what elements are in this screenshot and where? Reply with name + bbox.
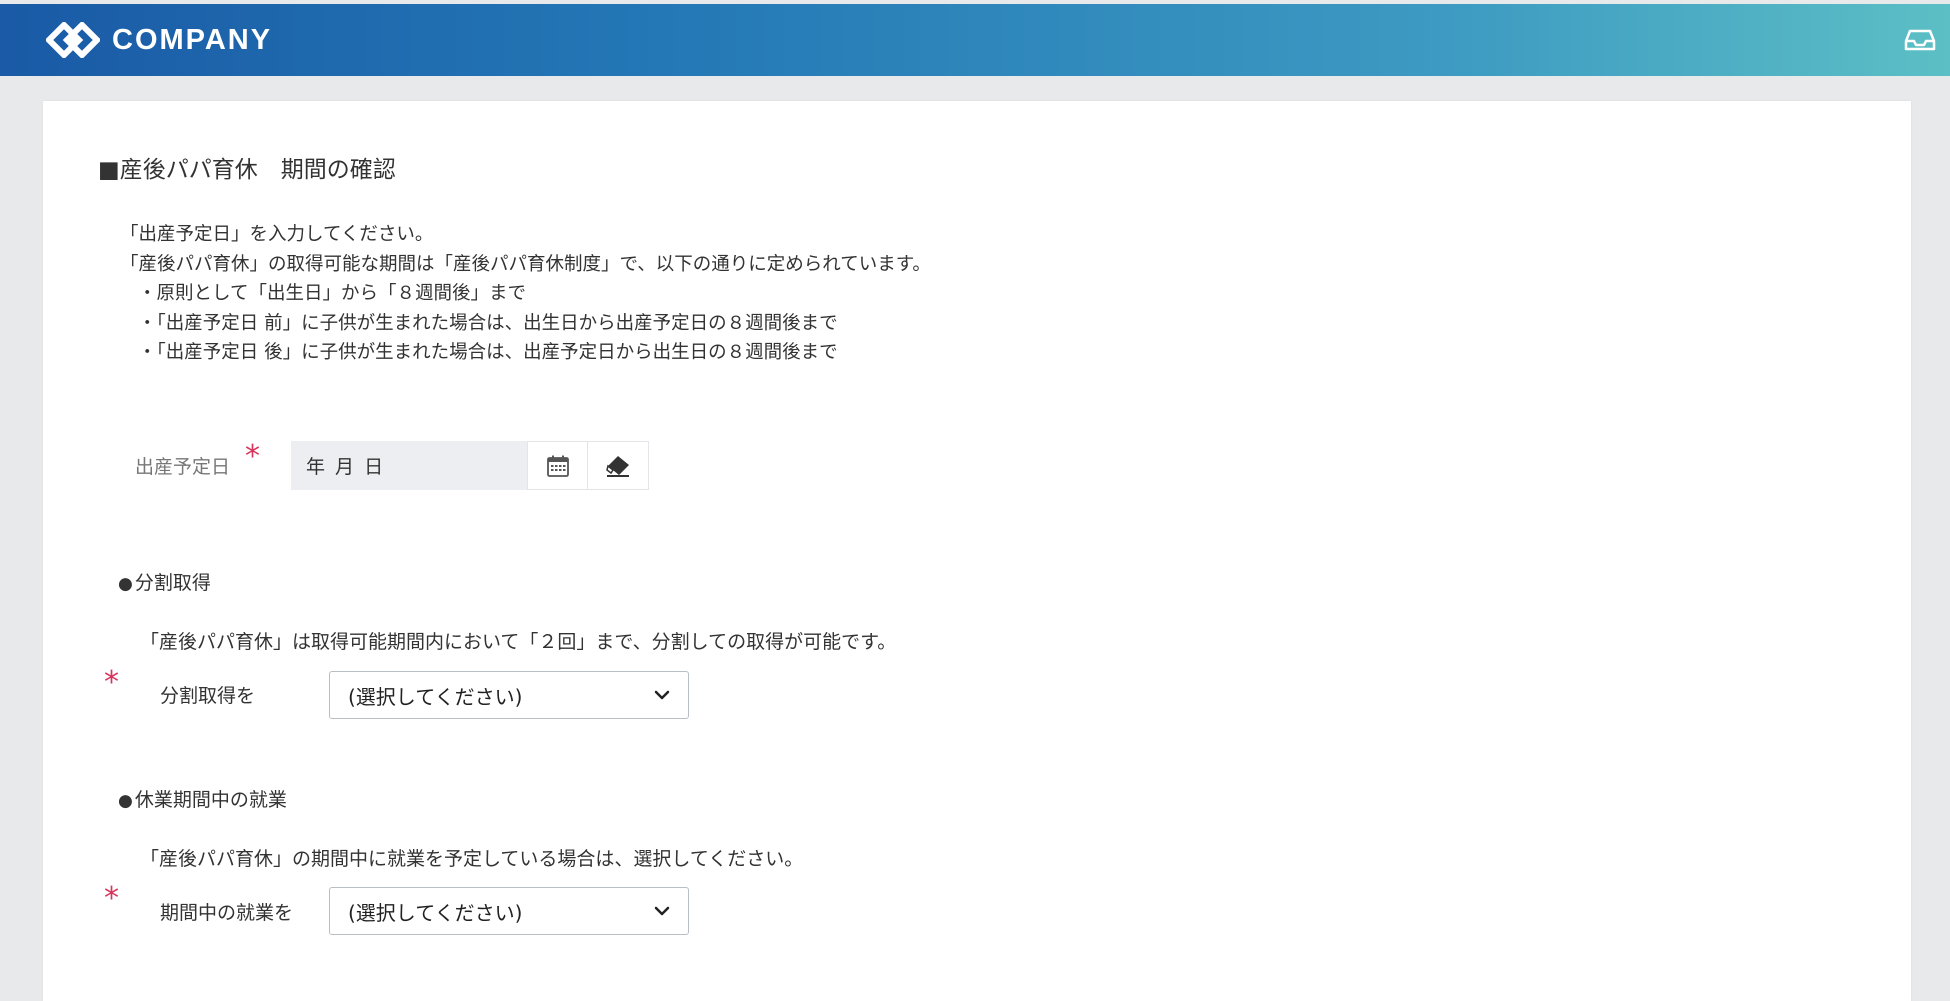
split-select-value: (選択してください) (348, 684, 523, 709)
split-description: 「産後パパ育休」は取得可能期間内において「２回」まで、分割しての取得が可能です。 (140, 631, 897, 653)
section-title: ■産後パパ育休 期間の確認 (98, 157, 396, 183)
bullet-dot: ● (118, 791, 133, 811)
intro-line: 「産後パパ育休」の取得可能な期間は「産後パパ育休制度」で、以下の通りに定められて… (120, 253, 931, 275)
app-header: COMPANY (0, 4, 1950, 76)
logo-text: COMPANY (112, 23, 273, 56)
calendar-button[interactable] (527, 441, 588, 490)
required-mark: * (104, 881, 119, 916)
split-label: 分割取得を (160, 685, 256, 707)
inbox-icon[interactable] (1904, 28, 1936, 52)
logo-mark-icon (46, 22, 100, 58)
chevron-down-icon (654, 906, 670, 916)
company-logo[interactable]: COMPANY (46, 22, 272, 58)
due-date-label: 出産予定日 (135, 456, 231, 478)
due-date-input[interactable]: 年 月 日 (291, 441, 527, 490)
work-select[interactable]: (選択してください) (329, 887, 689, 935)
intro-line: 「出産予定日」を入力してください。 (120, 224, 434, 245)
rule-bullet: ・原則として「出生日」から「８週間後」まで (138, 283, 526, 304)
bullet-dot: ● (118, 574, 133, 594)
due-date-group: 年 月 日 (291, 441, 649, 490)
split-heading-text: 分割取得 (134, 572, 211, 594)
rule-bullet: ・「出産予定日 後」に子供が生まれた場合は、出産予定日から出生日の８週間後まで (138, 342, 838, 363)
required-mark: * (104, 665, 119, 700)
work-description: 「産後パパ育休」の期間中に就業を予定している場合は、選択してください。 (140, 848, 804, 870)
split-heading: ● 分割取得 (118, 568, 211, 595)
chevron-down-icon (654, 690, 670, 700)
required-mark: * (245, 439, 260, 474)
work-select-value: (選択してください) (348, 900, 523, 925)
intro-text: 「出産予定日」を入力してください。 「産後パパ育休」の取得可能な期間は「産後パパ… (120, 220, 931, 368)
work-heading: ● 休業期間中の就業 (118, 785, 287, 812)
clear-date-button[interactable] (588, 441, 649, 490)
work-label: 期間中の就業を (160, 902, 294, 924)
split-select[interactable]: (選択してください) (329, 671, 689, 719)
rule-bullet: ・「出産予定日 前」に子供が生まれた場合は、出生日から出産予定日の８週間後まで (138, 312, 838, 334)
eraser-icon (606, 455, 629, 477)
calendar-icon (546, 455, 569, 477)
work-heading-text: 休業期間中の就業 (134, 789, 287, 811)
